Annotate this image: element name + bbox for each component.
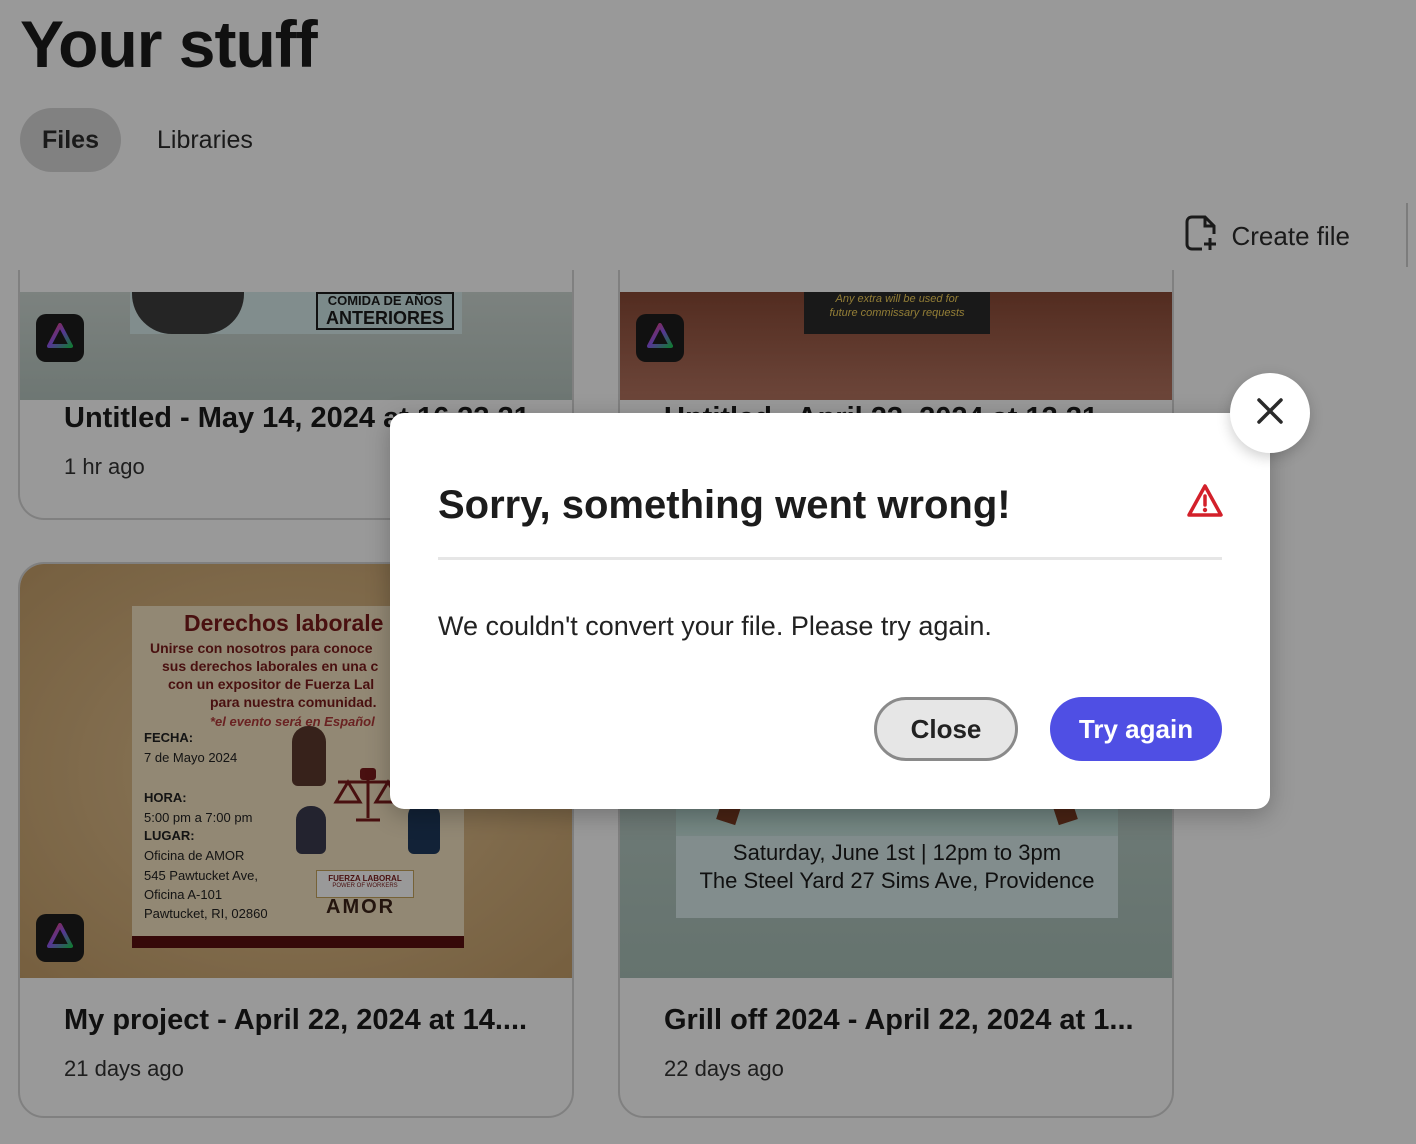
- dismiss-dialog-button[interactable]: [1230, 373, 1310, 453]
- dialog-message: We couldn't convert your file. Please tr…: [438, 611, 992, 641]
- dialog-title: Sorry, something went wrong!: [438, 483, 1011, 527]
- dialog-divider: [438, 557, 1222, 560]
- error-dialog: Sorry, something went wrong! We couldn't…: [390, 413, 1270, 809]
- warning-icon: [1186, 483, 1224, 524]
- close-icon: [1256, 397, 1284, 430]
- try-again-button[interactable]: Try again: [1050, 697, 1222, 761]
- close-button[interactable]: Close: [874, 697, 1018, 761]
